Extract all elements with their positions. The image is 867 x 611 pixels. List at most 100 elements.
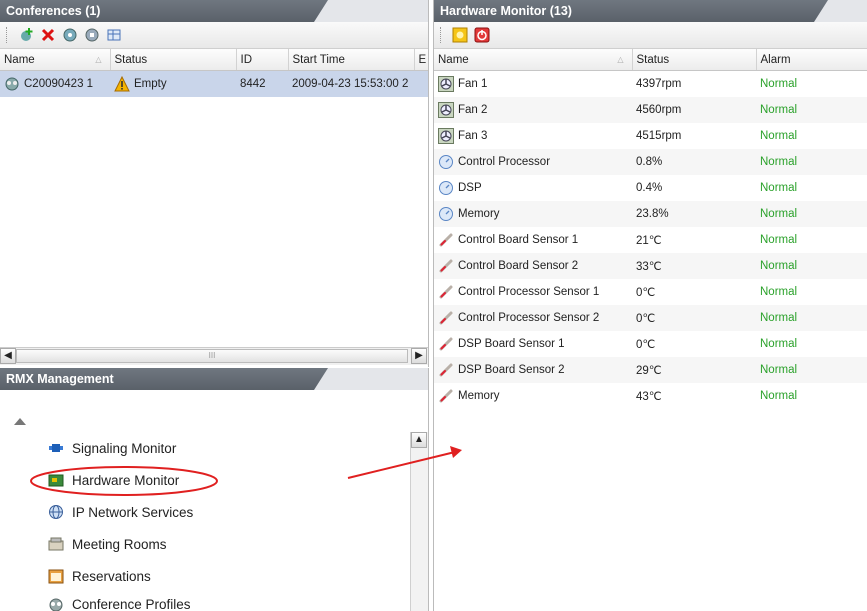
col-header-id[interactable]: ID bbox=[236, 49, 289, 71]
toolbar-grip bbox=[6, 27, 10, 43]
hardware-name-cell: Memory bbox=[434, 383, 632, 409]
power-icon[interactable] bbox=[474, 27, 490, 43]
new-conference-icon[interactable] bbox=[18, 27, 34, 43]
hardware-status-cell: 0℃ bbox=[636, 287, 656, 299]
hardware-name: Memory bbox=[458, 208, 500, 221]
hardware-row[interactable]: Memory 43℃ Normal bbox=[434, 383, 867, 409]
hardware-status-cell: 23.8% bbox=[632, 201, 756, 227]
hardware-name-cell: Control Processor Sensor 1 bbox=[434, 279, 632, 305]
title-tab-shape bbox=[814, 0, 867, 22]
globe-icon bbox=[48, 504, 64, 520]
rmx-item-label: Reservations bbox=[72, 568, 151, 584]
hardware-name: Fan 3 bbox=[458, 130, 488, 143]
collapse-icon[interactable] bbox=[14, 418, 26, 425]
conference-settings-icon[interactable] bbox=[62, 27, 78, 43]
conference-status-cell: Empty bbox=[110, 70, 236, 97]
hardware-row[interactable]: Control Processor 0.8% Normal bbox=[434, 149, 867, 175]
col-header-end[interactable]: E bbox=[414, 49, 428, 71]
hardware-name: Memory bbox=[458, 390, 500, 403]
rmx-title-bar: RMX Management bbox=[0, 368, 428, 390]
view-table-icon[interactable] bbox=[106, 27, 122, 43]
fan-icon bbox=[438, 102, 454, 118]
hardware-alarm-cell: Normal bbox=[756, 97, 867, 123]
thermometer-icon bbox=[438, 336, 454, 352]
scroll-left-icon[interactable]: ◀ bbox=[0, 348, 16, 364]
hardware-status-cell: 4397rpm bbox=[636, 78, 682, 90]
scroll-thumb[interactable]: III bbox=[16, 349, 408, 363]
conferences-table: Name △ Status ID Start Time E C20090423 1… bbox=[0, 49, 428, 97]
hardware-name: Control Processor Sensor 1 bbox=[458, 286, 600, 299]
hardware-name-cell: Control Board Sensor 1 bbox=[434, 227, 632, 253]
hardware-status-cell: 4560rpm bbox=[632, 97, 756, 123]
rmx-item-conference-profiles[interactable]: Conference Profiles bbox=[48, 596, 191, 611]
rmx-item-meeting-rooms[interactable]: Meeting Rooms bbox=[48, 536, 167, 552]
hardware-row[interactable]: Control Processor Sensor 2 0℃ Normal bbox=[434, 305, 867, 331]
col-header-status[interactable]: Status bbox=[632, 49, 757, 71]
sort-indicator-icon: △ bbox=[95, 55, 102, 64]
hardware-name: Control Processor bbox=[458, 156, 551, 169]
scroll-grip: III bbox=[208, 351, 216, 360]
title-tab-shape bbox=[314, 368, 428, 390]
hardware-title: Hardware Monitor (13) bbox=[440, 4, 572, 18]
hardware-row[interactable]: Fan 2 4560rpm Normal bbox=[434, 97, 867, 123]
hardware-row[interactable]: Control Board Sensor 2 33℃ Normal bbox=[434, 253, 867, 279]
hardware-name: Fan 2 bbox=[458, 104, 488, 117]
hardware-row[interactable]: Control Processor Sensor 1 0℃ Normal bbox=[434, 279, 867, 305]
hardware-row[interactable]: Memory 23.8% Normal bbox=[434, 201, 867, 227]
conference-id-cell: 8442 bbox=[236, 70, 288, 97]
meeting-rooms-icon bbox=[48, 536, 64, 552]
reset-icon[interactable] bbox=[452, 27, 468, 43]
hardware-name: Fan 1 bbox=[458, 78, 488, 91]
reservations-icon bbox=[48, 568, 64, 584]
hardware-status-cell: 0℃ bbox=[632, 305, 756, 331]
toolbar-grip bbox=[440, 27, 444, 43]
col-header-start-time[interactable]: Start Time bbox=[288, 49, 415, 71]
hardware-status-cell: 0.8% bbox=[632, 149, 756, 175]
col-header-status[interactable]: Status bbox=[110, 49, 237, 71]
hardware-name-cell: Control Board Sensor 2 bbox=[434, 253, 632, 279]
conferences-header-row: Name △ Status ID Start Time E bbox=[0, 49, 428, 71]
hardware-row[interactable]: DSP Board Sensor 1 0℃ Normal bbox=[434, 331, 867, 357]
thermometer-icon bbox=[438, 388, 454, 404]
conference-name-cell: C20090423 1 bbox=[0, 70, 110, 97]
thermometer-icon bbox=[438, 232, 454, 248]
rmx-item-ip-network-services[interactable]: IP Network Services bbox=[48, 504, 193, 520]
hardware-title-bar: Hardware Monitor (13) bbox=[434, 0, 867, 22]
hardware-name-cell: DSP bbox=[434, 175, 632, 201]
conference-start-time-cell: 2009-04-23 15:53:00 2 bbox=[288, 70, 428, 97]
hardware-name-cell: Fan 3 bbox=[434, 123, 632, 149]
col-header-name[interactable]: Name △ bbox=[0, 49, 111, 71]
hardware-name-cell: Fan 2 bbox=[434, 97, 632, 123]
hardware-alarm-cell: Normal bbox=[760, 78, 798, 90]
hardware-row[interactable]: Control Board Sensor 1 21℃ Normal bbox=[434, 227, 867, 253]
rmx-title: RMX Management bbox=[6, 372, 114, 386]
conference-icon bbox=[4, 76, 20, 92]
thermometer-icon bbox=[438, 362, 454, 378]
hardware-name-cell: DSP Board Sensor 2 bbox=[434, 357, 632, 383]
gauge-icon bbox=[438, 154, 454, 170]
conference-properties-icon[interactable] bbox=[84, 27, 100, 43]
hardware-row[interactable]: DSP 0.4% Normal bbox=[434, 175, 867, 201]
hardware-row[interactable]: Fan 1 4397rpm Normal bbox=[434, 71, 867, 98]
hardware-row[interactable]: Fan 3 4515rpm Normal bbox=[434, 123, 867, 149]
hardware-name-cell: Memory bbox=[434, 201, 632, 227]
scroll-right-icon[interactable]: ▶ bbox=[411, 348, 427, 364]
hardware-status-cell: 4515rpm bbox=[636, 130, 682, 142]
rmx-item-reservations[interactable]: Reservations bbox=[48, 568, 151, 584]
signaling-icon bbox=[48, 440, 64, 456]
col-header-name[interactable]: Name △ bbox=[434, 49, 633, 71]
fan-icon bbox=[438, 128, 454, 144]
delete-conference-icon[interactable] bbox=[40, 27, 56, 43]
rmx-item-signaling-monitor[interactable]: Signaling Monitor bbox=[48, 440, 176, 456]
rmx-vertical-scrollbar[interactable]: ▲ ≡ bbox=[410, 432, 428, 611]
hardware-name: DSP bbox=[458, 182, 482, 195]
scroll-up-icon[interactable]: ▲ bbox=[411, 432, 427, 448]
hardware-name: Control Board Sensor 1 bbox=[458, 234, 579, 247]
hardware-alarm-cell: Normal bbox=[760, 286, 798, 298]
conference-row[interactable]: C20090423 1 Empty 8442 2009-04-23 15:53:… bbox=[0, 70, 428, 97]
rmx-management-panel: RMX Management ▲ ≡ Signaling Monitor Har… bbox=[0, 368, 429, 611]
hardware-row[interactable]: DSP Board Sensor 2 29℃ Normal bbox=[434, 357, 867, 383]
conferences-horizontal-scrollbar[interactable]: ◀ III ▶ bbox=[0, 347, 428, 365]
col-header-alarm[interactable]: Alarm bbox=[756, 49, 867, 71]
hardware-status-cell: 21℃ bbox=[636, 235, 662, 247]
